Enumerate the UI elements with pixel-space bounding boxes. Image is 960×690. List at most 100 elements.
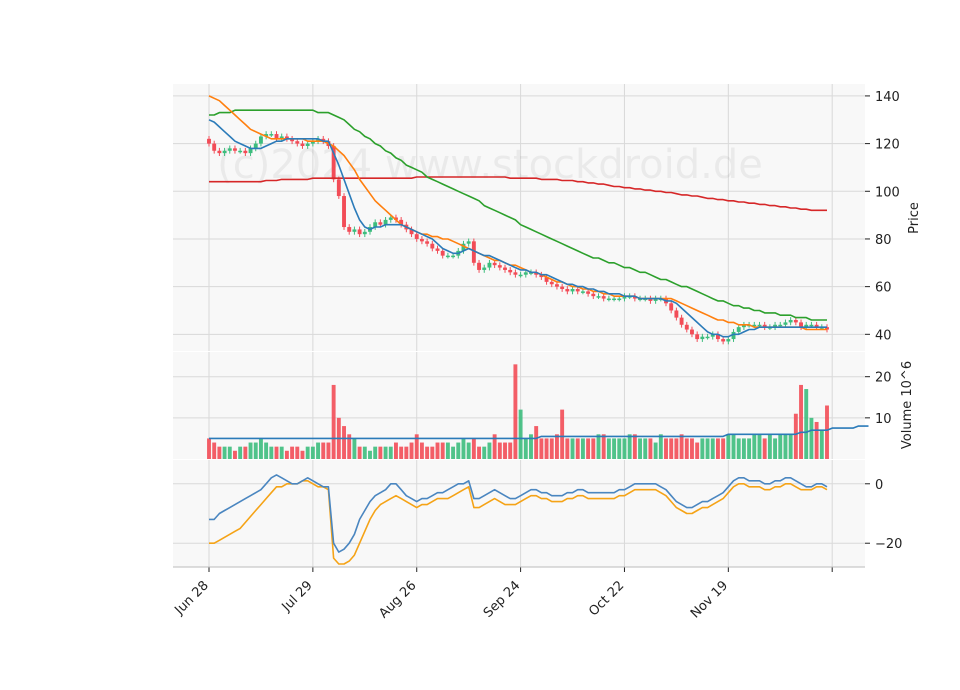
volume-bar [388,446,393,459]
candle-body [269,134,274,136]
candle-body [575,289,580,292]
volume-bar [404,446,409,459]
candle-body [466,241,471,244]
volume-bar [518,409,523,459]
volume-bar [752,434,757,459]
candle-body [430,243,435,249]
volume-bar [456,442,461,459]
volume-bar [508,442,513,459]
volume-bar [705,438,710,459]
volume-bar [549,438,554,459]
candle-body [580,291,585,293]
volume-bar [383,446,388,459]
volume-bar [238,446,243,459]
volume-bar [819,430,824,459]
volume-bar [264,442,269,459]
volume-bar [487,442,492,459]
stock-chart: (c)2024 www.stockdroid.de Jun 28 Jul 29 Au… [172,84,922,621]
candle-body [336,179,341,197]
volume-bar [425,446,430,459]
volume-bar [648,438,653,459]
volume-bar [430,446,435,459]
volume-bar [316,442,321,459]
oscillator-panel [173,460,865,567]
volume-bar [368,450,372,459]
volume-bar [679,434,684,459]
price-tick-label: 120 [875,138,900,153]
volume-bar [274,446,279,459]
volume-bar [627,434,632,459]
x-tick-label: Nov 19 [688,578,731,621]
volume-bar [809,417,814,459]
volume-bar [788,434,793,459]
volume-bar [778,434,783,459]
volume-bar [419,442,424,459]
x-tick-label: Sep 24 [481,578,524,621]
volume-bar [212,442,217,459]
candle-body [549,281,554,285]
volume-bar [300,450,305,459]
volume-bar [258,438,263,459]
candle-body [238,150,243,153]
price-tick-label: 60 [875,281,892,296]
price-tick-label: 40 [875,328,892,343]
price-tick-label: 100 [875,185,900,200]
price-tick-label: 80 [875,233,892,248]
volume-bar [378,446,383,459]
candle-body [305,143,310,146]
candle-body [617,298,622,301]
volume-bar [503,442,507,459]
candle-body [497,265,502,268]
candle-body [362,231,367,235]
candle-body [518,274,523,277]
volume-bar [684,438,689,459]
candle-body [414,234,419,239]
volume-bar [653,442,658,459]
candle-body [726,339,731,342]
volume-bar [451,446,456,459]
volume-bar [373,446,378,459]
candle-body [295,141,300,144]
candle-body [233,148,237,151]
candle-body [778,324,783,327]
candle-body [357,229,362,235]
volume-bar [466,442,471,459]
volume-bar [539,438,544,459]
candle-body [227,148,232,151]
volume-bar [783,434,788,459]
candle-body [352,229,357,232]
volume-bar [435,442,440,459]
candle-body [721,339,726,342]
candle-body [684,324,689,330]
volume-bar [617,438,622,459]
volume-axis-label: Volume 10^6 [900,361,915,449]
x-tick-label: Aug 26 [376,578,419,621]
volume-bar [721,438,726,459]
volume-bar [295,446,300,459]
volume-bar [710,438,715,459]
volume-bar [555,434,559,459]
volume-bar [731,434,736,459]
candle-body [482,267,487,270]
volume-bar [591,438,596,459]
x-tick-label: Oct 22 [586,578,627,619]
volume-bar [217,446,222,459]
volume-bar [715,438,720,459]
volume-bar [544,438,549,459]
candle-body [596,296,601,298]
volume-bar [409,442,414,459]
candle-body [222,150,227,154]
candle-body [555,284,559,287]
candle-body [477,262,481,270]
volume-bar [399,446,404,459]
volume-bar [227,446,232,459]
candle-body [435,248,440,251]
osc-tick-label: −20 [875,537,902,552]
candle-body [451,255,456,258]
volume-bar [612,438,617,459]
candle-body [705,336,710,339]
volume-bar [269,446,274,459]
volume-bar [440,442,445,459]
candle-body [258,136,263,144]
volume-bar [357,446,362,459]
